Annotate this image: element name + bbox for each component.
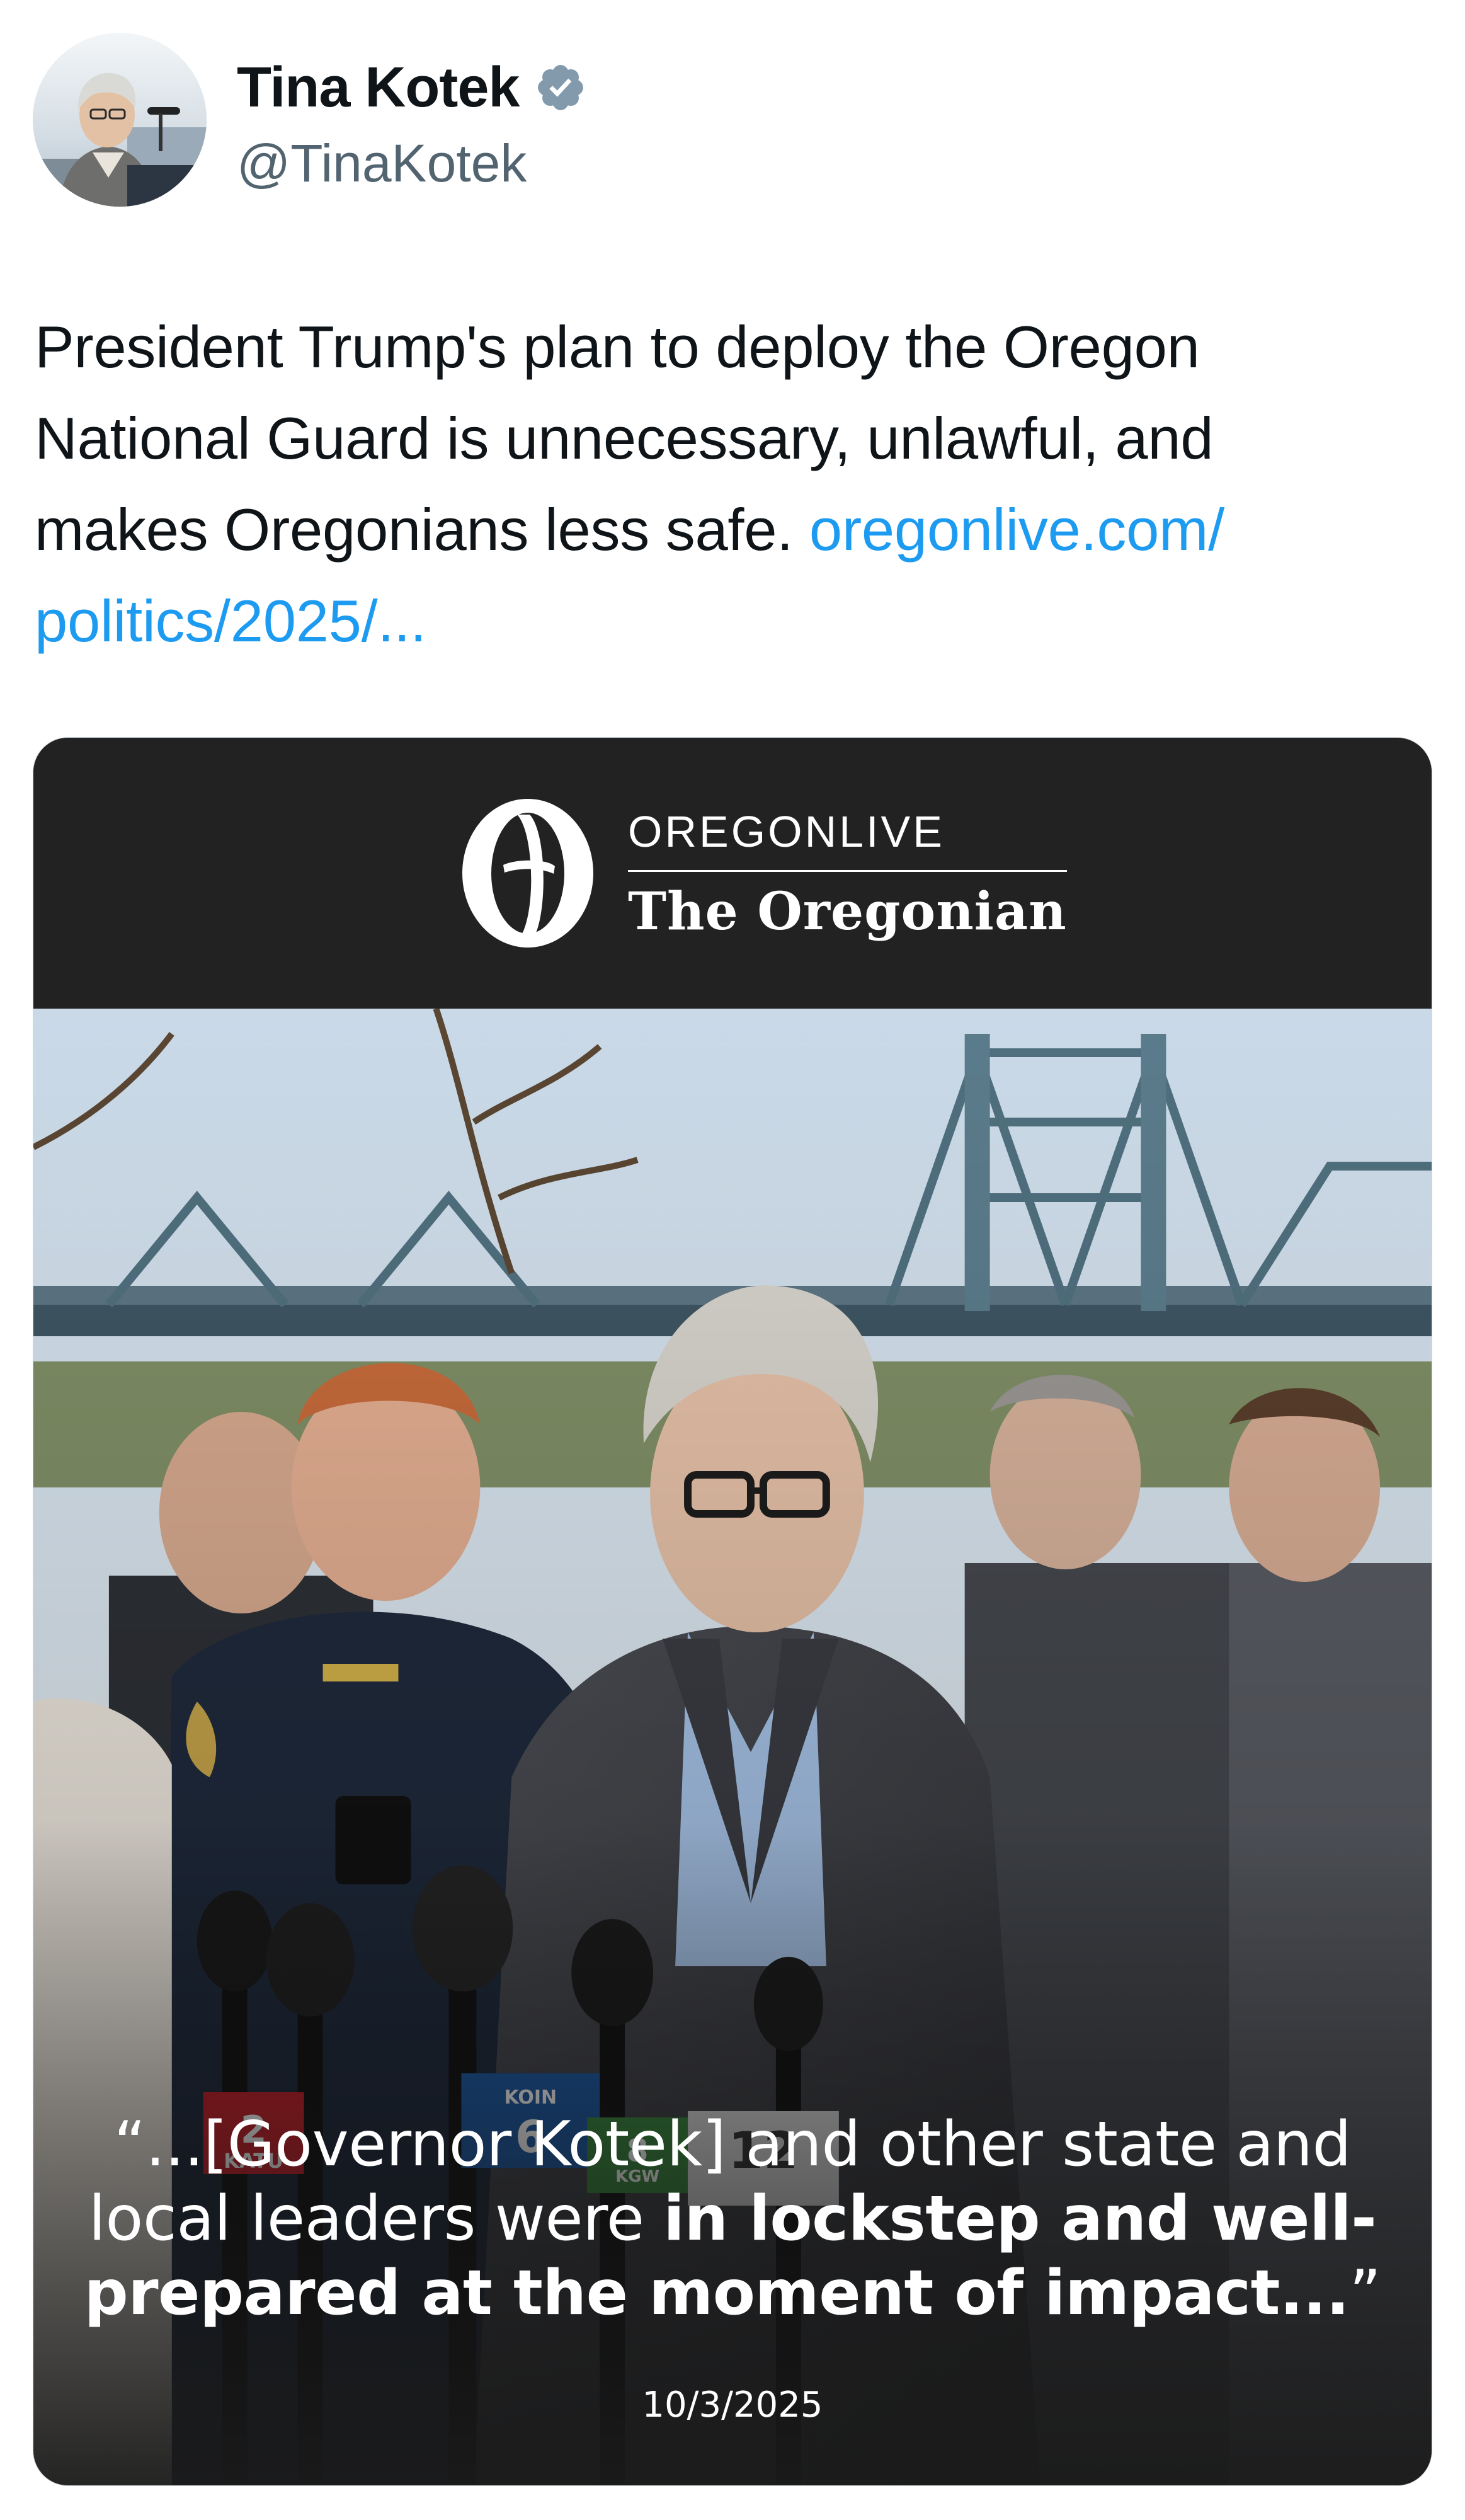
- author-handle[interactable]: @TinaKotek: [237, 137, 587, 190]
- quote-overlay: “...[Governor Kotek] and other state and…: [33, 2107, 1432, 2330]
- brand-oregonlive: OREGONLIVE: [628, 810, 1067, 872]
- tweet-text: President Trump's plan to deploy the Ore…: [35, 301, 1430, 667]
- tweet-text-line: National Guard is unnecessary, unlawful,…: [35, 405, 1214, 471]
- brand-the-oregonian: The Oregonian: [628, 881, 1067, 942]
- oregonian-brand: OREGONLIVE The Oregonian: [459, 794, 1067, 952]
- tweet-text-line: President Trump's plan to deploy the Ore…: [35, 314, 1200, 380]
- profile-photo-icon[interactable]: [33, 33, 207, 207]
- tweet-header: Tina Kotek @TinaKotek: [33, 32, 587, 208]
- verified-badge-icon: [534, 61, 587, 114]
- article-link[interactable]: oregonlive.com/: [809, 496, 1224, 563]
- author-names: Tina Kotek @TinaKotek: [237, 50, 587, 190]
- quote-date: 10/3/2025: [642, 2385, 823, 2426]
- tweet-text-line: politics/2025/...: [35, 575, 1430, 667]
- name-row: Tina Kotek: [237, 50, 587, 125]
- quote-bold: prepared at the moment of impact...: [84, 2257, 1350, 2329]
- author-display-name[interactable]: Tina Kotek: [237, 59, 520, 116]
- quote-line: prepared at the moment of impact...”: [33, 2256, 1432, 2330]
- quote-line: “...[Governor Kotek] and other state and: [113, 2109, 1352, 2180]
- quote-regular: local leaders were: [88, 2183, 644, 2255]
- brand-text: OREGONLIVE The Oregonian: [628, 810, 1067, 937]
- card-brand-bar: OREGONLIVE The Oregonian: [33, 738, 1432, 1009]
- article-link-continued[interactable]: politics/2025/...: [35, 588, 426, 654]
- quote-line: local leaders were in lockstep and well-: [33, 2182, 1432, 2256]
- quote-bold: in lockstep and well-: [663, 2183, 1377, 2255]
- tweet-text-line: makes Oregonians less safe. oregonlive.c…: [35, 484, 1430, 575]
- oregonian-o-logo-icon: [462, 799, 593, 948]
- tweet-text-fragment: makes Oregonians less safe.: [35, 496, 794, 563]
- quote-close: ”: [1349, 2257, 1381, 2329]
